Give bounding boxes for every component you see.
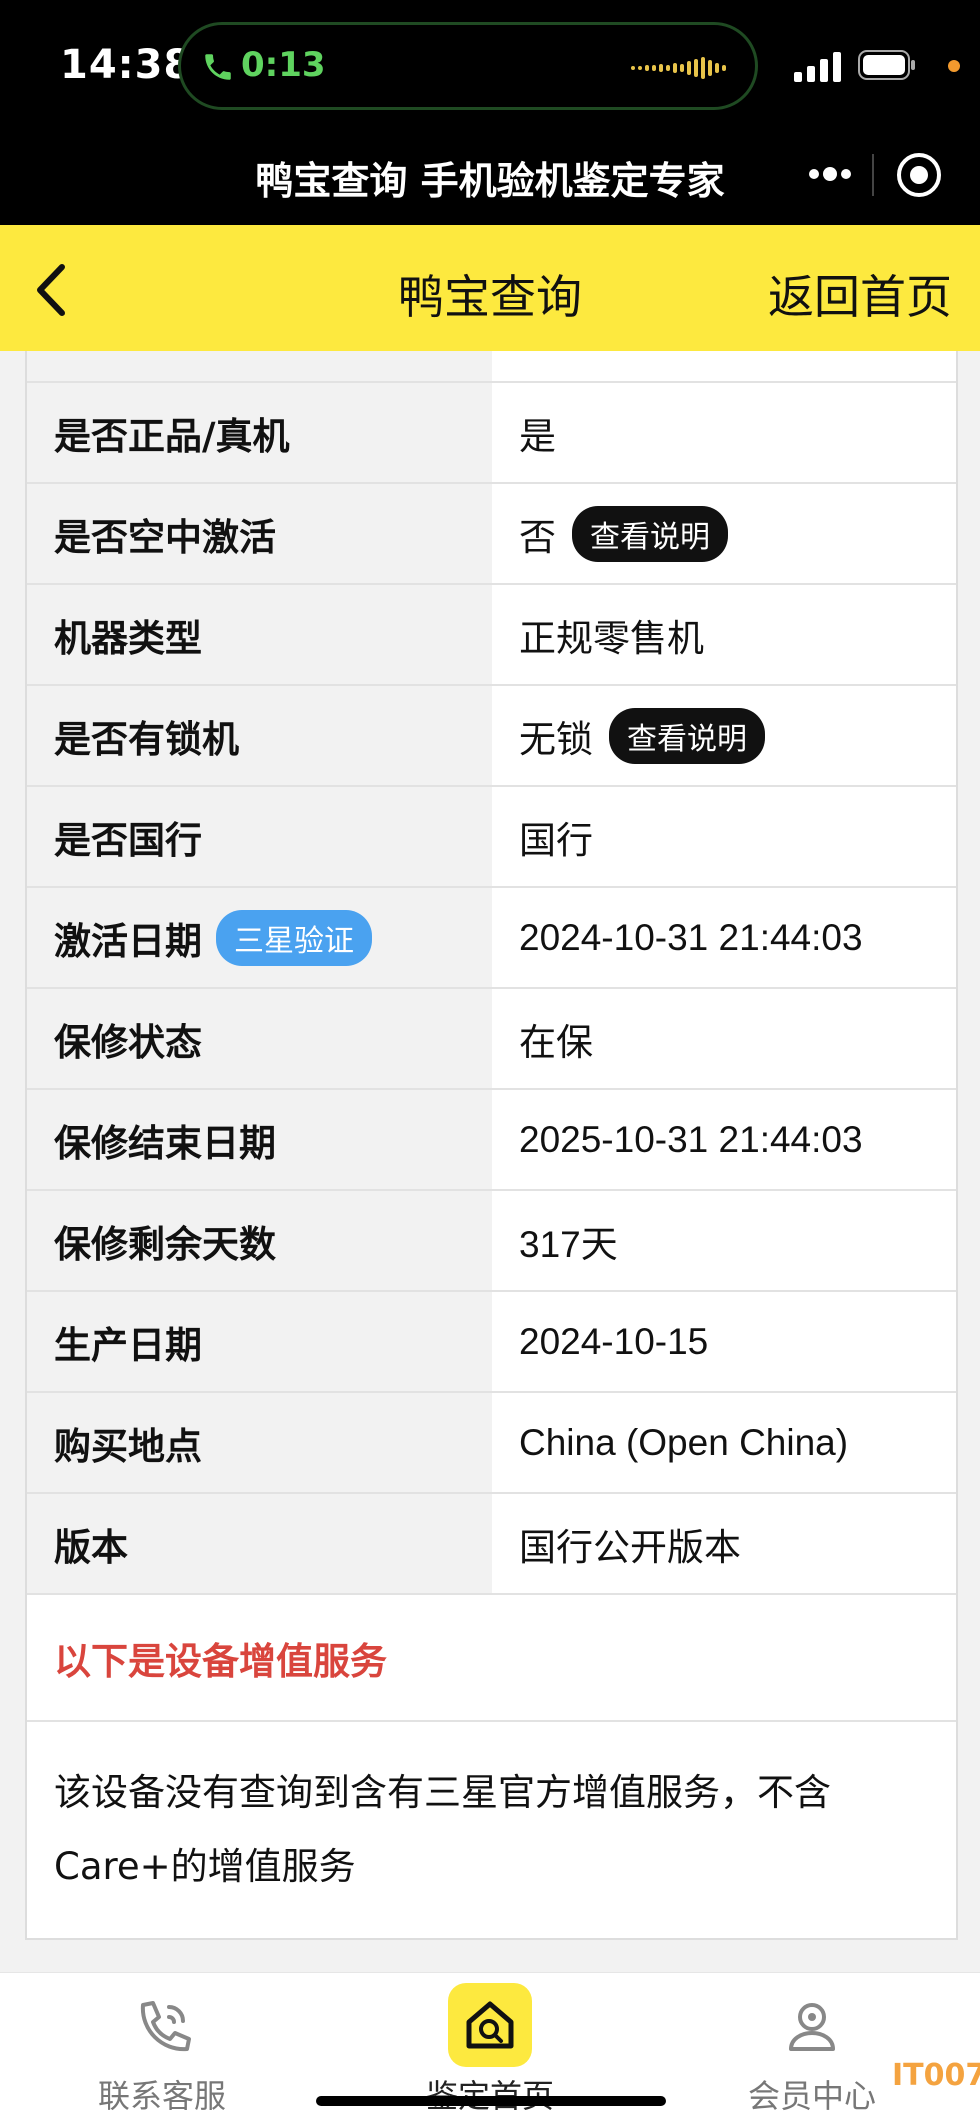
row-label: 是否有锁机 [27, 686, 492, 785]
table-row: 版本 国行公开版本 [27, 1494, 956, 1595]
row-value: 2025-10-31 21:44:03 [492, 1090, 956, 1189]
row-value: 国行 [492, 787, 956, 886]
phone-support-icon [140, 2001, 191, 2052]
table-row: 是否空中激活 否 查看说明 [27, 484, 956, 585]
row-label: 保修状态 [27, 989, 492, 1088]
view-explanation-button[interactable]: 查看说明 [609, 707, 765, 764]
value-text: 2024-10-15 [519, 1320, 709, 1362]
value-added-section-title: 以下是设备增值服务 [27, 1595, 956, 1722]
value-text: 2024-10-31 21:44:03 [519, 916, 863, 958]
tab-label: 联系客服 [97, 2077, 226, 2115]
table-row [27, 351, 956, 383]
value-text: 2025-10-31 21:44:03 [519, 1118, 863, 1160]
tab-label: 会员中心 [747, 2077, 876, 2115]
table-row: 是否正品/真机 是 [27, 383, 956, 484]
table-row: 是否有锁机 无锁 查看说明 [27, 686, 956, 787]
row-label: 是否正品/真机 [27, 383, 492, 482]
row-value: 在保 [492, 989, 956, 1088]
row-label: 保修结束日期 [27, 1090, 492, 1189]
table-row: 保修结束日期 2025-10-31 21:44:03 [27, 1090, 956, 1191]
row-value: 正规零售机 [492, 585, 956, 684]
more-icon[interactable] [800, 154, 860, 194]
home-indicator [316, 2096, 666, 2106]
value-text: 在保 [519, 1021, 593, 1063]
capsule-menu [770, 140, 960, 210]
tab-label: 鉴定首页 [390, 2071, 590, 2117]
value-text: 否 [519, 516, 556, 558]
status-bar: 14:38 0:13 [0, 0, 980, 130]
label-text: 激活日期 [54, 919, 202, 963]
value-text: 317天 [519, 1223, 618, 1265]
table-row: 是否国行 国行 [27, 787, 956, 888]
table-row: 激活日期 三星验证 2024-10-31 21:44:03 [27, 888, 956, 989]
value-added-service-note: 该设备没有查询到含有三星官方增值服务，不含Care+的增值服务 [27, 1722, 956, 1940]
row-value: 317天 [492, 1191, 956, 1290]
row-label: 购买地点 [27, 1393, 492, 1492]
row-value: 2024-10-15 [492, 1292, 956, 1391]
user-icon [789, 2003, 835, 2051]
value-text: 无锁 [519, 718, 593, 760]
row-label: 机器类型 [27, 585, 492, 684]
value-text: China (Open China) [519, 1421, 849, 1463]
value-text: 国行 [519, 819, 593, 861]
audio-wave-icon [631, 57, 726, 79]
view-explanation-button[interactable]: 查看说明 [572, 505, 728, 562]
table-row: 生产日期 2024-10-15 [27, 1292, 956, 1393]
privacy-indicator [948, 60, 960, 72]
row-value: 无锁 查看说明 [492, 686, 956, 785]
battery-icon [858, 50, 915, 80]
table-row: 保修状态 在保 [27, 989, 956, 1090]
active-call-pill[interactable]: 0:13 [178, 22, 758, 110]
row-label: 是否国行 [27, 787, 492, 886]
mini-program-header: 鸭宝查询 手机验机鉴定专家 [0, 130, 980, 225]
samsung-verify-badge[interactable]: 三星验证 [216, 909, 372, 966]
row-label: 保修剩余天数 [27, 1191, 492, 1290]
capsule-divider [872, 154, 874, 196]
row-label: 是否空中激活 [27, 484, 492, 583]
row-label: 激活日期 三星验证 [27, 888, 492, 987]
table-row: 购买地点 China (Open China) [27, 1393, 956, 1494]
tab-member-center[interactable]: 会员中心 [712, 1973, 912, 2117]
value-text: 国行公开版本 [519, 1526, 741, 1568]
row-value: 国行公开版本 [492, 1494, 956, 1593]
call-duration: 0:13 [241, 45, 326, 85]
row-label: 版本 [27, 1494, 492, 1593]
table-row: 保修剩余天数 317天 [27, 1191, 956, 1292]
device-info-table: 是否正品/真机 是 是否空中激活 否 查看说明 机器类型 正规零售机 是否有锁机… [25, 351, 958, 1940]
watermark-logo: IT007 [892, 2058, 980, 2093]
phone-icon [205, 54, 231, 80]
row-label: 生产日期 [27, 1292, 492, 1391]
home-search-icon [466, 2001, 514, 2049]
home-link[interactable]: 返回首页 [768, 261, 952, 327]
row-value: 是 [492, 383, 956, 482]
value-text: 正规零售机 [519, 617, 704, 659]
row-value: China (Open China) [492, 1393, 956, 1492]
table-row: 机器类型 正规零售机 [27, 585, 956, 686]
row-value: 2024-10-31 21:44:03 [492, 888, 956, 987]
active-tab-highlight [448, 1983, 532, 2067]
tab-contact-support[interactable]: 联系客服 [62, 1973, 262, 2117]
nav-bar: 鸭宝查询 返回首页 [0, 225, 980, 351]
close-target-icon[interactable] [892, 148, 946, 202]
value-text: 是 [519, 415, 556, 457]
signal-icon [794, 52, 841, 82]
status-time: 14:38 [60, 42, 193, 88]
row-value: 否 查看说明 [492, 484, 956, 583]
